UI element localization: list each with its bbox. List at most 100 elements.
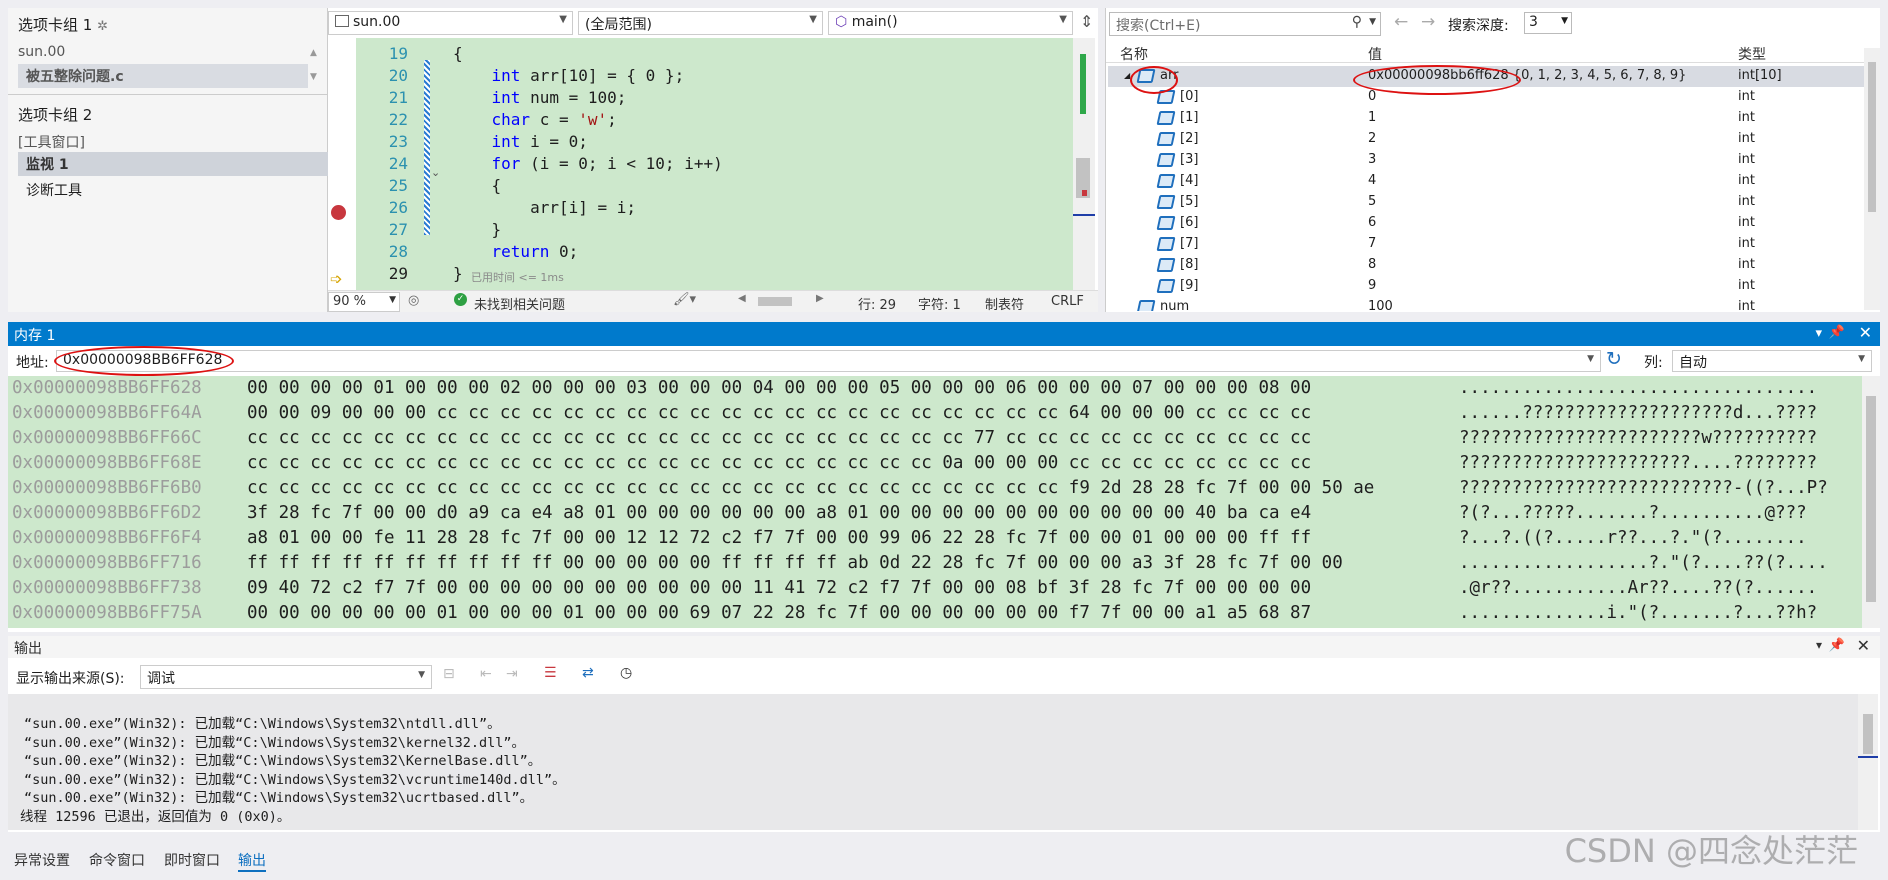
output-text[interactable]: “sun.00.exe”(Win32): 已加载“C:\Windows\Syst… (8, 694, 1858, 830)
word-wrap-icon[interactable]: ⇄ (582, 665, 594, 681)
watch-row[interactable]: [5] 5 int (1108, 192, 1864, 213)
scroll-down-icon[interactable]: ▼ (310, 72, 317, 82)
watch-value[interactable]: 5 (1368, 194, 1376, 209)
prev-message-icon[interactable]: ⇤ (480, 666, 492, 682)
memory-ascii[interactable]: .................................. (1459, 378, 1817, 398)
collapse-icon[interactable]: ⌄ (431, 166, 440, 179)
tab-immediate-window[interactable]: 即时窗口 (164, 850, 220, 870)
breakpoint-gutter[interactable] (328, 38, 356, 298)
watch-value[interactable]: 1 (1368, 110, 1376, 125)
gear-icon[interactable]: ✲ (97, 19, 108, 34)
memory-row[interactable]: 0x00000098BB6FF6F4 a8 01 00 00 fe 11 28 2… (12, 528, 1862, 554)
memory-hex[interactable]: 09 40 72 c2 f7 7f 00 00 00 00 00 00 00 0… (247, 578, 1311, 598)
tab-item-sun00[interactable]: sun.00 (18, 44, 65, 60)
memory-row[interactable]: 0x00000098BB6FF716 ff ff ff ff ff ff ff f… (12, 553, 1862, 579)
memory-ascii[interactable]: ?...?.((?.....r??...?."(?........ (1459, 528, 1807, 548)
brush-icon[interactable]: 🖌▾ (673, 292, 696, 307)
tab-output[interactable]: 输出 (238, 850, 266, 872)
find-message-icon[interactable]: ⊟ (443, 666, 455, 682)
close-icon[interactable]: ✕ (1859, 323, 1872, 342)
memory-hex[interactable]: cc cc cc cc cc cc cc cc cc cc cc cc cc c… (247, 428, 1311, 448)
memory-ascii[interactable]: .@r??...........Ar??....??(?...... (1459, 578, 1817, 598)
memory-row[interactable]: 0x00000098BB6FF6D2 3f 28 fc 7f 00 00 d0 a… (12, 503, 1862, 529)
watch-value[interactable]: 0 (1368, 89, 1376, 104)
watch-search-input[interactable]: 搜索(Ctrl+E) ⚲ ▼ (1109, 12, 1381, 36)
dropdown-icon[interactable]: ▾ (1816, 638, 1822, 652)
col-header-type[interactable]: 类型 (1738, 44, 1766, 64)
pin-icon[interactable]: 📌 (1829, 638, 1845, 653)
memory-row[interactable]: 0x00000098BB6FF738 09 40 72 c2 f7 7f 00 0… (12, 578, 1862, 604)
watch-value[interactable]: 4 (1368, 173, 1376, 188)
col-header-name[interactable]: 名称 (1120, 44, 1148, 64)
split-editor-icon[interactable]: ⇕ (1080, 12, 1093, 31)
memory-hex[interactable]: cc cc cc cc cc cc cc cc cc cc cc cc cc c… (247, 453, 1311, 473)
scope-combo[interactable]: (全局范围) ▼ (578, 11, 823, 35)
memory-ascii[interactable]: ..............i."(?.......?...??h? (1459, 603, 1817, 623)
watch-row[interactable]: [9] 9 int (1108, 276, 1864, 297)
next-message-icon[interactable]: ⇥ (506, 666, 518, 682)
scroll-right-icon[interactable]: ▶ (816, 293, 824, 304)
memory-ascii[interactable]: ?(?...?????.......?..........@??? (1459, 503, 1807, 523)
function-combo[interactable]: ⬡ main() ▼ (828, 11, 1073, 35)
memory-hex[interactable]: cc cc cc cc cc cc cc cc cc cc cc cc cc c… (247, 478, 1374, 498)
watch-scrollbar[interactable] (1864, 48, 1880, 310)
watch-value[interactable]: 2 (1368, 131, 1376, 146)
scroll-up-icon[interactable]: ▲ (310, 48, 317, 58)
address-input[interactable]: 0x00000098BB6FF628 ▼ (56, 350, 1601, 372)
back-arrow-icon[interactable]: ← (1394, 12, 1408, 32)
char-indicator[interactable]: 字符: 1 (918, 294, 961, 313)
watch-value[interactable]: 6 (1368, 215, 1376, 230)
memory-row[interactable]: 0x00000098BB6FF68E cc cc cc cc cc cc cc c… (12, 453, 1862, 479)
memory-ascii[interactable]: ??????????????????????....???????? (1459, 453, 1817, 473)
file-combo[interactable]: sun.00 ▼ (328, 11, 573, 35)
output-title-bar[interactable]: 输出 ▾ 📌 ✕ (8, 636, 1880, 658)
memory-row[interactable]: 0x00000098BB6FF64A 00 00 09 00 00 00 cc c… (12, 403, 1862, 429)
watch-row[interactable]: num 100 int (1108, 297, 1864, 311)
issues-status[interactable]: 未找到相关问题 (474, 294, 565, 313)
editor-scrollbar[interactable] (1073, 38, 1095, 298)
memory-hex[interactable]: ff ff ff ff ff ff ff ff ff ff 00 00 00 0… (247, 553, 1343, 573)
watch-row[interactable]: [2] 2 int (1108, 129, 1864, 150)
memory-hex-view[interactable]: 0x00000098BB6FF628 00 00 00 00 01 00 00 0… (8, 376, 1862, 628)
memory-hex[interactable]: a8 01 00 00 fe 11 28 28 fc 7f 00 00 12 1… (247, 528, 1311, 548)
watch-value[interactable]: 100 (1368, 299, 1393, 311)
watch-row[interactable]: [8] 8 int (1108, 255, 1864, 276)
memory-hex[interactable]: 3f 28 fc 7f 00 00 d0 a9 ca e4 a8 01 00 0… (247, 503, 1311, 523)
scroll-thumb[interactable] (1868, 62, 1876, 212)
memory-row[interactable]: 0x00000098BB6FF66C cc cc cc cc cc cc cc c… (12, 428, 1862, 454)
watch-row[interactable]: [1] 1 int (1108, 108, 1864, 129)
memory-title-bar[interactable]: 内存 1 ▾ 📌 ✕ (8, 322, 1880, 346)
code-area[interactable]: ➩ ⌄ 19 20 21 22 23 24 25 26 27 28 29 { i… (328, 38, 1073, 298)
output-scrollbar[interactable] (1858, 694, 1878, 830)
col-header-value[interactable]: 值 (1368, 44, 1382, 64)
refresh-icon[interactable]: ↻ (1606, 348, 1622, 370)
pin-icon[interactable]: 📌 (1829, 325, 1845, 340)
watch-row[interactable]: [7] 7 int (1108, 234, 1864, 255)
tab-item-watch1[interactable]: 监视 1 (18, 152, 328, 176)
columns-combo[interactable]: 自动 ▼ (1672, 350, 1872, 372)
scroll-thumb[interactable] (1866, 396, 1876, 602)
search-depth-combo[interactable]: 3 ▼ (1524, 12, 1572, 34)
memory-ascii[interactable]: ..................?."(?....??(?.... (1459, 553, 1828, 573)
copilot-icon[interactable]: ◎ (408, 293, 419, 308)
watch-value[interactable]: 9 (1368, 278, 1376, 293)
breakpoint-icon[interactable] (331, 205, 346, 220)
watch-row[interactable]: [3] 3 int (1108, 150, 1864, 171)
forward-arrow-icon[interactable]: → (1421, 12, 1435, 32)
memory-scrollbar[interactable] (1862, 376, 1880, 628)
scroll-left-icon[interactable]: ◀ (738, 293, 746, 304)
watch-row[interactable]: [6] 6 int (1108, 213, 1864, 234)
eol-indicator[interactable]: CRLF (1051, 294, 1084, 309)
clock-icon[interactable]: ◷ (620, 665, 632, 681)
tab-indicator[interactable]: 制表符 (985, 294, 1024, 313)
tab-group-2-title[interactable]: 选项卡组 2 (18, 104, 92, 125)
memory-row[interactable]: 0x00000098BB6FF75A 00 00 00 00 00 00 01 0… (12, 603, 1862, 628)
memory-row[interactable]: 0x00000098BB6FF6B0 cc cc cc cc cc cc cc c… (12, 478, 1862, 504)
search-icon[interactable]: ⚲ (1352, 14, 1362, 30)
watch-row[interactable]: [4] 4 int (1108, 171, 1864, 192)
memory-row[interactable]: 0x00000098BB6FF628 00 00 00 00 01 00 00 0… (12, 378, 1862, 404)
memory-ascii[interactable]: ???????????????????????w?????????? (1459, 428, 1817, 448)
close-icon[interactable]: ✕ (1857, 636, 1870, 655)
memory-ascii[interactable]: ......????????????????????d...???? (1459, 403, 1817, 423)
memory-hex[interactable]: 00 00 00 00 00 00 01 00 00 00 01 00 00 0… (247, 603, 1311, 623)
